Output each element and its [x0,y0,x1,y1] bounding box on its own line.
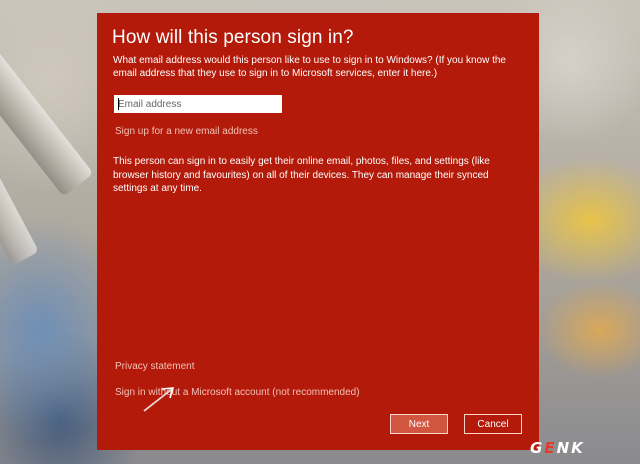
annotation-arrow-icon [143,387,175,412]
dialog-title: How will this person sign in? [112,27,354,48]
next-button[interactable]: Next [390,414,448,434]
email-prompt-text: What email address would this person lik… [113,55,506,79]
email-address-input[interactable] [114,95,282,113]
sign-up-email-link[interactable]: Sign up for a new email address [115,126,258,137]
cancel-button[interactable]: Cancel [464,414,522,434]
sync-info-text: This person can sign in to easily get th… [113,156,490,194]
paintbrush-image [0,47,94,197]
genk-logo: G E NK [530,439,585,457]
privacy-statement-link[interactable]: Privacy statement [115,361,194,372]
text-cursor [118,98,119,110]
